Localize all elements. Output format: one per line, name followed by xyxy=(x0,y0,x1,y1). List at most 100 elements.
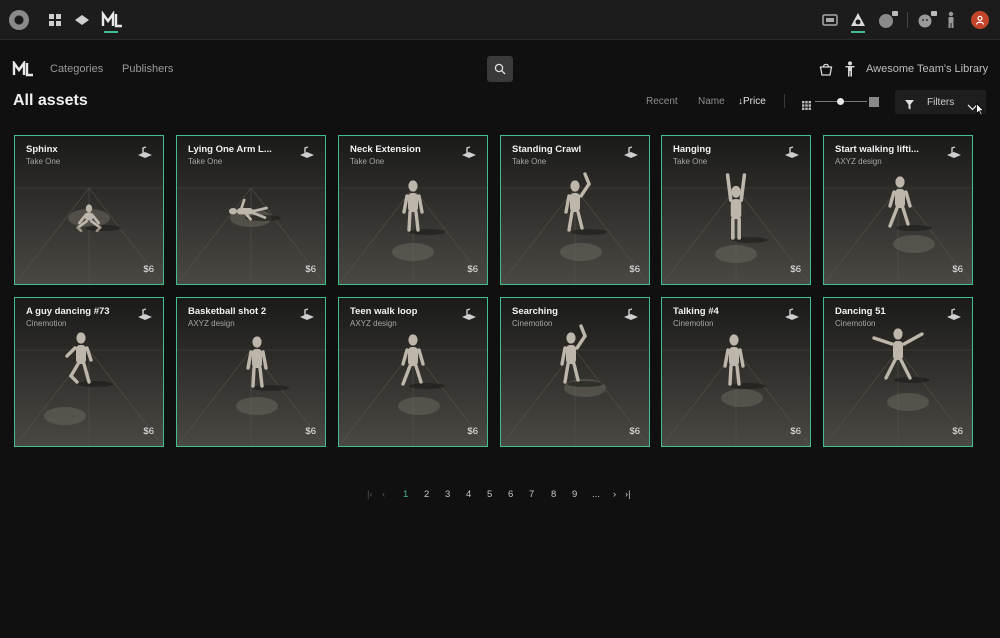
sphere-icon[interactable] xyxy=(877,10,899,30)
asset-card[interactable]: A guy dancing #73 Cinemotion $6 xyxy=(14,297,164,447)
toolbar-divider xyxy=(907,12,908,28)
prev-page-button[interactable]: ‹ xyxy=(382,489,385,500)
sort-price[interactable]: ↓Price xyxy=(738,96,766,107)
asset-card[interactable]: Lying One Arm L... Take One $6 xyxy=(176,135,326,285)
asset-price: $6 xyxy=(143,426,154,437)
asset-title: Searching xyxy=(512,306,558,317)
motion-type-icon xyxy=(784,146,800,160)
asset-publisher: AXYZ design xyxy=(188,319,235,328)
motion-type-icon xyxy=(461,146,477,160)
asset-card[interactable]: Talking #4 Cinemotion $6 xyxy=(661,297,811,447)
sort-name[interactable]: Name xyxy=(698,96,725,107)
motion-library-icon[interactable] xyxy=(101,11,123,29)
face-icon[interactable] xyxy=(916,10,938,30)
asset-publisher: Cinemotion xyxy=(512,319,553,328)
person-icon[interactable] xyxy=(845,61,855,77)
asset-price: $6 xyxy=(629,264,640,275)
asset-title: Dancing 51 xyxy=(835,306,886,317)
page-number[interactable]: 7 xyxy=(529,489,534,500)
asset-publisher: Take One xyxy=(673,157,708,166)
avatar-icon[interactable] xyxy=(971,11,989,29)
asset-card[interactable]: Neck Extension Take One $6 xyxy=(338,135,488,285)
page-number[interactable]: 2 xyxy=(424,489,429,500)
motion-type-icon xyxy=(299,308,315,322)
app-logo-icon[interactable] xyxy=(9,10,29,30)
first-page-button[interactable]: |‹ xyxy=(367,489,373,500)
asset-price: $6 xyxy=(467,426,478,437)
small-grid-icon[interactable] xyxy=(802,97,811,110)
page-number[interactable]: 8 xyxy=(551,489,556,500)
nav-publishers[interactable]: Publishers xyxy=(122,63,173,75)
asset-publisher: Cinemotion xyxy=(673,319,714,328)
asset-publisher: AXYZ design xyxy=(835,157,882,166)
motion-type-icon xyxy=(623,146,639,160)
nav-categories[interactable]: Categories xyxy=(50,63,103,75)
asset-title: Teen walk loop xyxy=(350,306,418,317)
top-app-bar xyxy=(0,0,1000,40)
asset-card[interactable]: Searching Cinemotion $6 xyxy=(500,297,650,447)
asset-price: $6 xyxy=(143,264,154,275)
asset-price: $6 xyxy=(305,426,316,437)
asset-card[interactable]: Standing Crawl Take One $6 xyxy=(500,135,650,285)
filters-label: Filters xyxy=(927,97,955,108)
basket-icon[interactable] xyxy=(819,62,833,76)
motion-type-icon xyxy=(299,146,315,160)
asset-card[interactable]: Sphinx Take One $6 xyxy=(14,135,164,285)
next-page-button[interactable]: › xyxy=(613,489,616,500)
asset-publisher: Take One xyxy=(188,157,223,166)
asset-price: $6 xyxy=(952,426,963,437)
page-title: All assets xyxy=(13,92,88,109)
filter-icon xyxy=(905,97,914,110)
sort-recent[interactable]: Recent xyxy=(646,96,678,107)
asset-publisher: Take One xyxy=(26,157,61,166)
search-icon xyxy=(494,63,506,75)
asset-price: $6 xyxy=(790,426,801,437)
figure-icon[interactable] xyxy=(944,11,958,29)
asset-card[interactable]: Dancing 51 Cinemotion $6 xyxy=(823,297,973,447)
asset-title: Start walking lifti... xyxy=(835,144,919,155)
asset-card[interactable]: Teen walk loop AXYZ design $6 xyxy=(338,297,488,447)
page-ellipsis: ... xyxy=(592,489,600,500)
asset-price: $6 xyxy=(629,426,640,437)
motion-type-icon xyxy=(137,146,153,160)
scene-icon[interactable] xyxy=(849,11,867,29)
search-button[interactable] xyxy=(487,56,513,82)
motion-type-icon xyxy=(784,308,800,322)
motion-library-logo-icon[interactable] xyxy=(12,59,34,77)
page-number[interactable]: 1 xyxy=(403,489,408,500)
asset-publisher: AXYZ design xyxy=(350,319,397,328)
active-tab-indicator xyxy=(851,31,865,33)
page-number[interactable]: 3 xyxy=(445,489,450,500)
filters-button[interactable]: Filters xyxy=(895,90,986,114)
asset-card[interactable]: Basketball shot 2 AXYZ design $6 xyxy=(176,297,326,447)
page-number[interactable]: 5 xyxy=(487,489,492,500)
last-page-button[interactable]: ›| xyxy=(625,489,631,500)
active-tab-indicator xyxy=(104,31,118,33)
asset-title: Talking #4 xyxy=(673,306,719,317)
grid-icon[interactable] xyxy=(48,13,62,27)
asset-title: A guy dancing #73 xyxy=(26,306,110,317)
page-number[interactable]: 6 xyxy=(508,489,513,500)
asset-title: Basketball shot 2 xyxy=(188,306,267,317)
asset-price: $6 xyxy=(790,264,801,275)
motion-type-icon xyxy=(946,308,962,322)
motion-type-icon xyxy=(946,146,962,160)
asset-title: Standing Crawl xyxy=(512,144,582,155)
page-number[interactable]: 9 xyxy=(572,489,577,500)
asset-price: $6 xyxy=(952,264,963,275)
library-link[interactable]: Awesome Team's Library xyxy=(866,63,988,75)
asset-publisher: Take One xyxy=(350,157,385,166)
diamond-icon[interactable] xyxy=(74,13,90,27)
asset-title: Neck Extension xyxy=(350,144,421,155)
slider-handle[interactable] xyxy=(837,98,844,105)
asset-publisher: Take One xyxy=(512,157,547,166)
large-grid-icon[interactable] xyxy=(869,97,879,107)
film-icon[interactable] xyxy=(822,12,838,28)
divider xyxy=(784,94,785,108)
asset-price: $6 xyxy=(305,264,316,275)
asset-card[interactable]: Start walking lifti... AXYZ design $6 xyxy=(823,135,973,285)
motion-type-icon xyxy=(137,308,153,322)
asset-card[interactable]: Hanging Take One $6 xyxy=(661,135,811,285)
page-number[interactable]: 4 xyxy=(466,489,471,500)
asset-publisher: Cinemotion xyxy=(835,319,876,328)
